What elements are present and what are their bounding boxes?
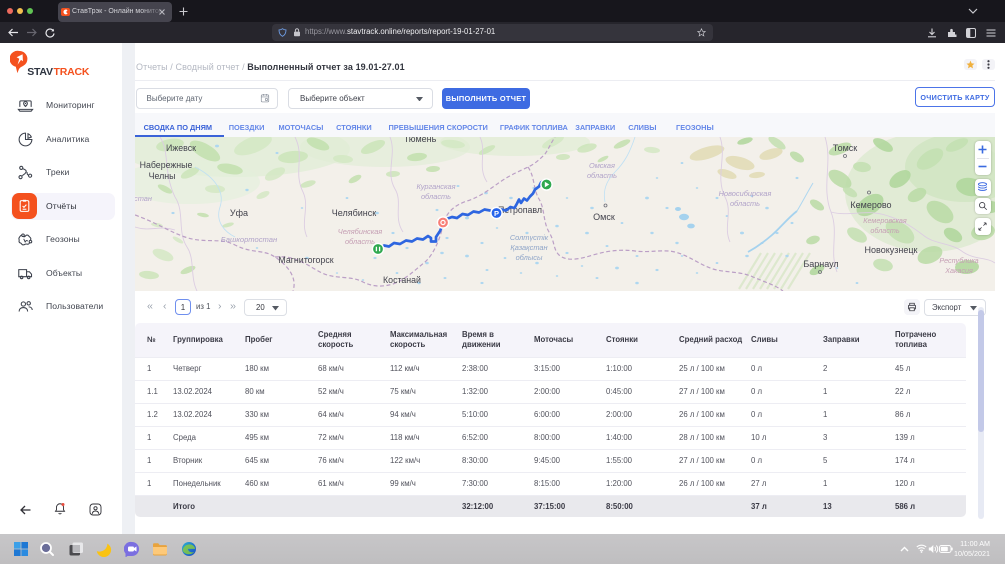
svg-text:Новосибирская: Новосибирская	[719, 189, 772, 198]
svg-text:Кемерово: Кемерово	[850, 200, 891, 210]
svg-text:Ижевск: Ижевск	[166, 143, 196, 153]
svg-text:Уфа: Уфа	[230, 208, 248, 218]
svg-text:Костанай: Костанай	[383, 275, 421, 285]
svg-text:Новокузнецк: Новокузнецк	[865, 245, 918, 255]
svg-text:Челябинская: Челябинская	[338, 227, 383, 236]
svg-text:Хакасия: Хакасия	[944, 266, 973, 275]
svg-text:область: область	[345, 237, 375, 246]
svg-text:область: область	[587, 171, 617, 180]
svg-text:область: область	[870, 226, 900, 235]
svg-text:область: область	[421, 192, 451, 201]
svg-text:Башкортостан: Башкортостан	[221, 235, 278, 244]
svg-text:Магнитогорск: Магнитогорск	[278, 255, 333, 265]
svg-text:Кемеровская: Кемеровская	[863, 216, 907, 225]
svg-text:Омская: Омская	[589, 161, 615, 170]
svg-text:Тюмень: Тюмень	[404, 137, 437, 144]
svg-text:TRACK: TRACK	[54, 66, 90, 78]
svg-text:Омск: Омск	[593, 212, 615, 222]
svg-text:Курганская: Курганская	[416, 182, 455, 191]
svg-text:Челябинск: Челябинск	[332, 208, 376, 218]
svg-text:STAV: STAV	[27, 66, 53, 78]
svg-text:Томск: Томск	[833, 143, 857, 153]
svg-text:стан: стан	[135, 194, 152, 203]
svg-text:Челны: Челны	[149, 171, 176, 181]
svg-text:Қазақстан: Қазақстан	[510, 243, 547, 252]
svg-text:Барнаул: Барнаул	[803, 259, 838, 269]
svg-text:область: область	[730, 199, 760, 208]
svg-text:Набережные: Набережные	[140, 160, 193, 170]
svg-text:P: P	[494, 209, 499, 218]
svg-text:Солтүстік: Солтүстік	[510, 233, 549, 242]
svg-text:облысы: облысы	[516, 253, 543, 262]
svg-text:Республика: Республика	[939, 256, 978, 265]
